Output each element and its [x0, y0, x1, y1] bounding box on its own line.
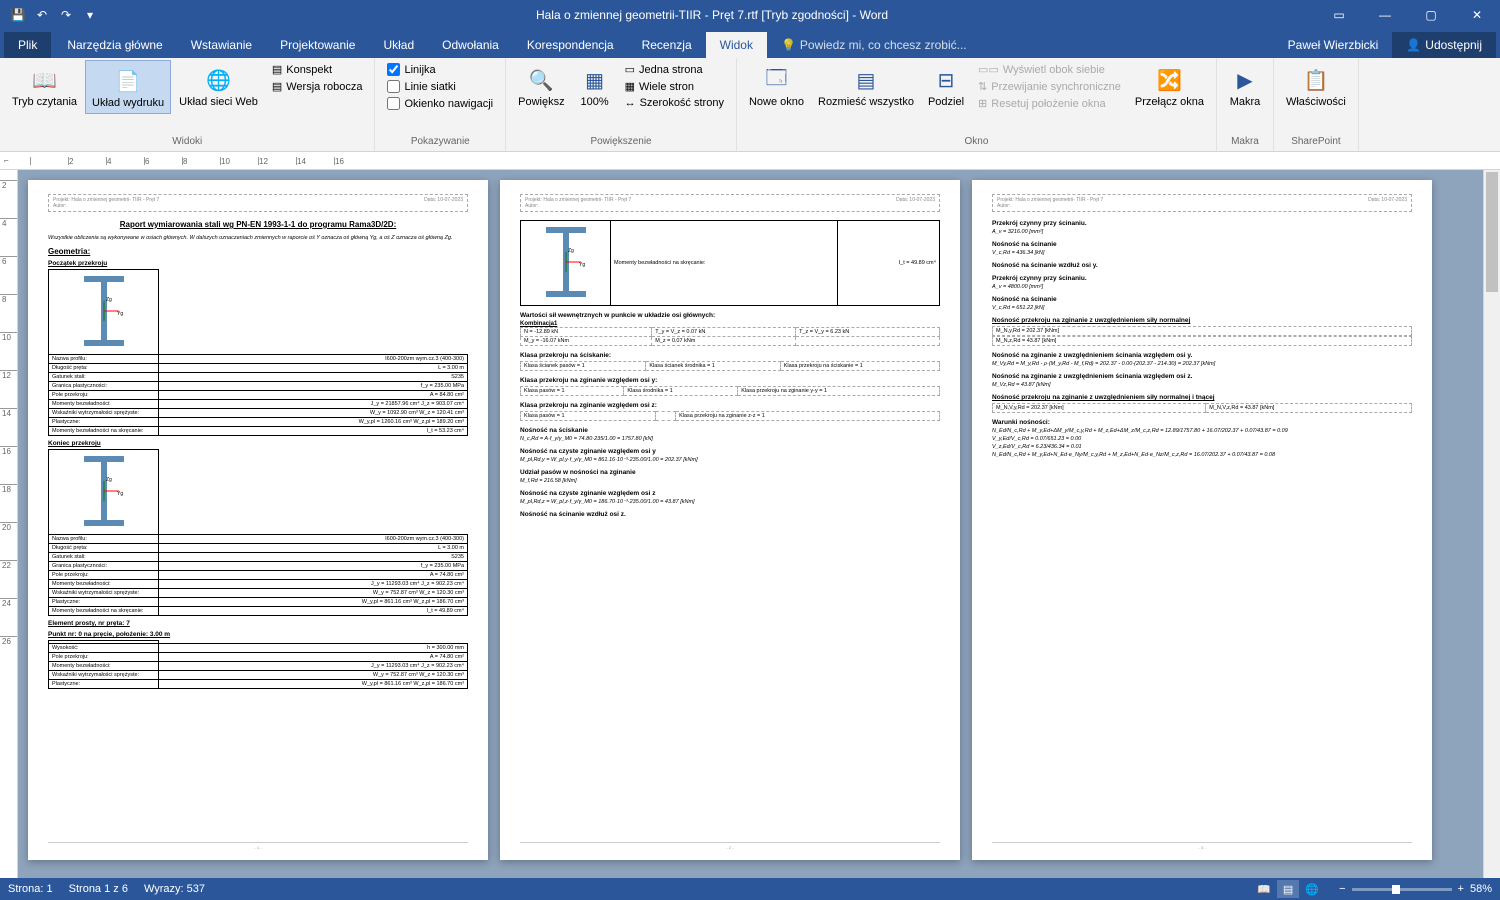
- ribbon-options-icon[interactable]: ▭: [1316, 0, 1362, 30]
- page-icon: 📄: [116, 65, 141, 97]
- redo-icon[interactable]: ↷: [56, 5, 76, 25]
- page-1: Projekt: Hala o zmiennej geometrii- TIIR…: [28, 180, 488, 860]
- vertical-scrollbar[interactable]: [1483, 170, 1500, 878]
- sync-scroll-button: ⇅ Przewijanie synchroniczne: [976, 79, 1123, 94]
- ruler-checkbox[interactable]: Linijka: [385, 62, 495, 77]
- page-2: Projekt: Hala o zmiennej geometrii- TIIR…: [500, 180, 960, 860]
- quick-access-toolbar: 💾 ↶ ↷ ▾: [0, 5, 108, 25]
- one-page-button[interactable]: ▭ Jedna strona: [623, 62, 726, 77]
- gridlines-checkbox[interactable]: Linie siatki: [385, 79, 495, 94]
- web-layout-button[interactable]: 🌐Układ sieci Web: [173, 60, 264, 112]
- svg-text:Yg: Yg: [117, 311, 123, 317]
- report-title: Raport wymiarowania stali wg PN-EN 1993-…: [48, 220, 468, 229]
- share-button[interactable]: 👤Udostępnij: [1392, 32, 1496, 58]
- tab-layout[interactable]: Układ: [369, 32, 428, 58]
- user-name[interactable]: Paweł Wierzbicki: [1274, 32, 1393, 58]
- status-words[interactable]: Wyrazy: 537: [144, 883, 205, 895]
- ribbon-tabs: Plik Narzędzia główne Wstawianie Projekt…: [0, 30, 1500, 58]
- undo-icon[interactable]: ↶: [32, 5, 52, 25]
- web-layout-icon[interactable]: 🌐: [1301, 880, 1323, 898]
- reset-position-button: ⊞ Resetuj położenie okna: [976, 96, 1123, 111]
- save-icon[interactable]: 💾: [8, 5, 28, 25]
- close-icon[interactable]: ✕: [1454, 0, 1500, 30]
- status-page[interactable]: Strona: 1: [8, 883, 53, 895]
- group-macros-label: Makra: [1223, 134, 1267, 149]
- macro-icon: ▶: [1237, 64, 1252, 96]
- web-icon: 🌐: [206, 64, 231, 96]
- zoom-button[interactable]: 🔍Powiększ: [512, 60, 570, 112]
- read-mode-button[interactable]: 📖Tryb czytania: [6, 60, 83, 112]
- svg-text:Zg: Zg: [106, 297, 112, 303]
- tab-review[interactable]: Recenzja: [628, 32, 706, 58]
- tell-me[interactable]: 💡Powiedz mi, co chcesz zrobić...: [767, 32, 981, 58]
- tab-file[interactable]: Plik: [4, 32, 51, 58]
- split-icon: ⊟: [938, 64, 955, 96]
- status-bar: Strona: 1 Strona 1 z 6 Wyrazy: 537 📖 ▤ 🌐…: [0, 878, 1500, 900]
- tab-references[interactable]: Odwołania: [428, 32, 513, 58]
- book-icon: 📖: [32, 64, 57, 96]
- svg-text:Yg: Yg: [117, 491, 123, 497]
- draft-button[interactable]: ▤ Wersja robocza: [270, 79, 365, 94]
- share-icon: 👤: [1406, 38, 1421, 52]
- status-page-count[interactable]: Strona 1 z 6: [69, 883, 128, 895]
- macros-button[interactable]: ▶Makra: [1223, 60, 1267, 112]
- print-layout-button[interactable]: 📄Układ wydruku: [85, 60, 171, 114]
- svg-text:Zg: Zg: [568, 248, 574, 254]
- switch-icon: 🔀: [1157, 64, 1182, 96]
- tab-home[interactable]: Narzędzia główne: [53, 32, 176, 58]
- multi-page-button[interactable]: ▦ Wiele stron: [623, 79, 726, 94]
- nav-pane-checkbox[interactable]: Okienko nawigacji: [385, 96, 495, 111]
- tab-design[interactable]: Projektowanie: [266, 32, 369, 58]
- window-icon: 🗔: [766, 64, 788, 96]
- zoom-in-button[interactable]: +: [1458, 883, 1464, 895]
- group-zoom-label: Powiększenie: [512, 134, 730, 149]
- document-canvas[interactable]: Projekt: Hala o zmiennej geometrii- TIIR…: [18, 170, 1483, 878]
- window-controls: ▭ — ▢ ✕: [1316, 0, 1500, 30]
- page-3: Projekt: Hala o zmiennej geometrii- TIIR…: [972, 180, 1432, 860]
- window-title: Hala o zmiennej geometrii-TIIR - Pręt 7.…: [108, 8, 1316, 22]
- group-show-label: Pokazywanie: [381, 134, 499, 149]
- maximize-icon[interactable]: ▢: [1408, 0, 1454, 30]
- print-layout-icon[interactable]: ▤: [1277, 880, 1299, 898]
- group-sharepoint-label: SharePoint: [1280, 134, 1352, 149]
- tab-insert[interactable]: Wstawianie: [177, 32, 266, 58]
- scrollbar-thumb[interactable]: [1486, 172, 1498, 292]
- svg-text:Zg: Zg: [106, 477, 112, 483]
- tab-mailings[interactable]: Korespondencja: [513, 32, 628, 58]
- tab-view[interactable]: Widok: [706, 32, 767, 58]
- horizontal-ruler[interactable]: ⌐ 246810121416: [0, 152, 1500, 170]
- sharepoint-icon: 📋: [1303, 64, 1328, 96]
- percent-icon: ▦: [585, 64, 604, 96]
- zoom-level[interactable]: 58%: [1470, 883, 1492, 895]
- switch-windows-button[interactable]: 🔀Przełącz okna: [1129, 60, 1210, 112]
- arrange-all-button[interactable]: ▤Rozmieść wszystko: [812, 60, 920, 112]
- svg-text:Yg: Yg: [579, 262, 585, 268]
- vertical-ruler[interactable]: 2468101214161820222426: [0, 170, 18, 878]
- title-bar: 💾 ↶ ↷ ▾ Hala o zmiennej geometrii-TIIR -…: [0, 0, 1500, 30]
- side-by-side-button: ▭▭ Wyświetl obok siebie: [976, 62, 1123, 77]
- zoom-slider[interactable]: [1352, 888, 1452, 891]
- read-mode-icon[interactable]: 📖: [1253, 880, 1275, 898]
- zoom-out-button[interactable]: −: [1339, 883, 1345, 895]
- group-views-label: Widoki: [6, 134, 368, 149]
- properties-button[interactable]: 📋Właściwości: [1280, 60, 1352, 112]
- qat-customize-icon[interactable]: ▾: [80, 5, 100, 25]
- magnifier-icon: 🔍: [529, 64, 554, 96]
- new-window-button[interactable]: 🗔Nowe okno: [743, 60, 810, 112]
- group-window-label: Okno: [743, 134, 1210, 149]
- arrange-icon: ▤: [857, 64, 876, 96]
- ribbon: 📖Tryb czytania 📄Układ wydruku 🌐Układ sie…: [0, 58, 1500, 152]
- bulb-icon: 💡: [781, 38, 796, 52]
- split-button[interactable]: ⊟Podziel: [922, 60, 970, 112]
- zoom-100-button[interactable]: ▦100%: [573, 60, 617, 112]
- page-width-button[interactable]: ↔ Szerokość strony: [623, 96, 726, 110]
- outline-button[interactable]: ▤ Konspekt: [270, 62, 365, 77]
- minimize-icon[interactable]: —: [1362, 0, 1408, 30]
